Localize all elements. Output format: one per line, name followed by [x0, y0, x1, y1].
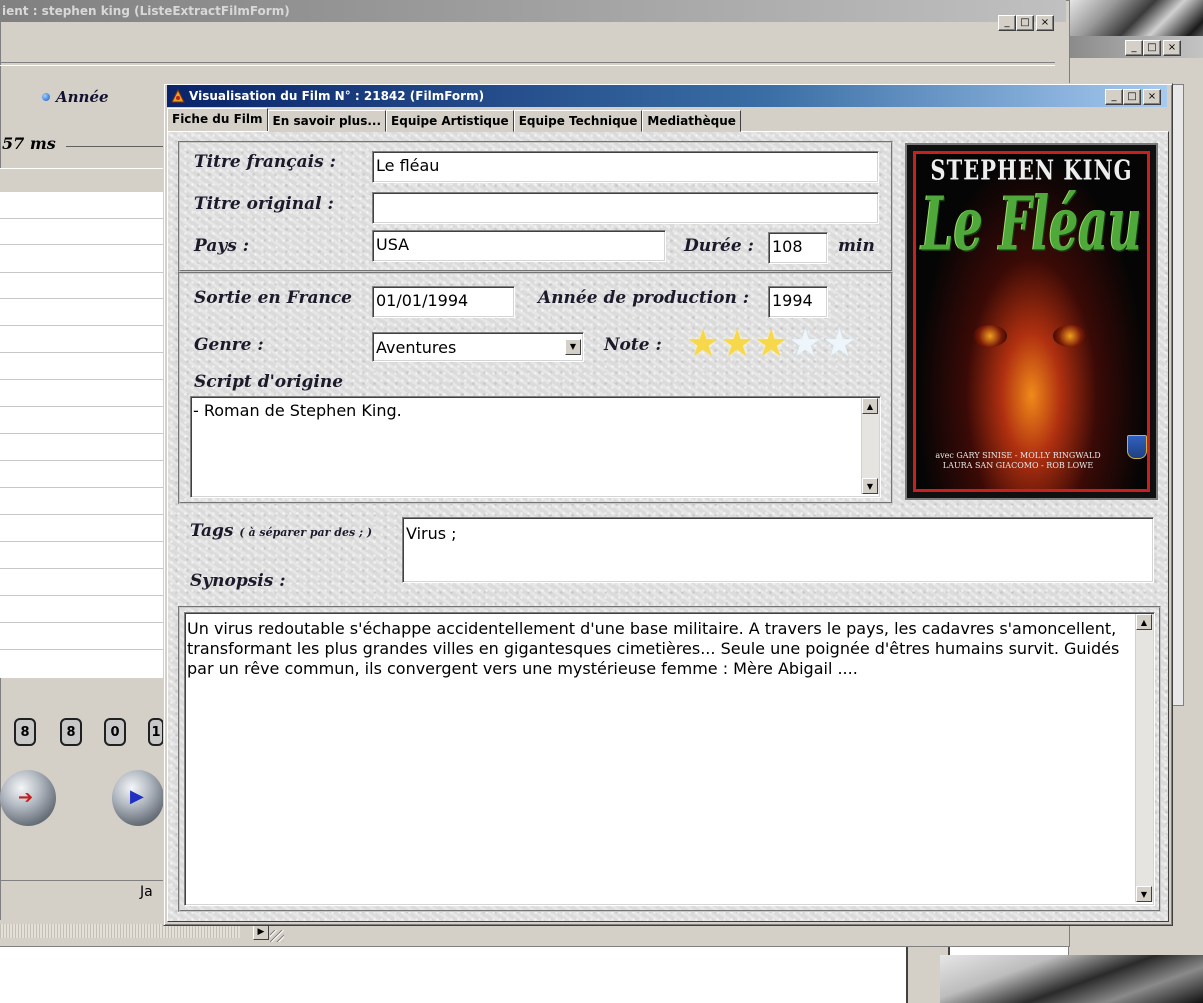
titre-francais-input[interactable]: Le fléau: [372, 151, 879, 183]
tags-input[interactable]: Virus ;: [402, 517, 1154, 583]
minimize-icon[interactable]: _: [1125, 40, 1143, 56]
app-icon: [171, 89, 185, 103]
results-list[interactable]: [0, 192, 164, 678]
scroll-up-icon[interactable]: ▲: [862, 398, 878, 414]
resize-grip-icon[interactable]: [270, 930, 284, 942]
annee-production-label: Année de production :: [538, 288, 750, 308]
dropdown-arrow-icon[interactable]: ▼: [565, 339, 581, 355]
background-window-title: ient : stephen king (ListeExtractFilmFor…: [2, 4, 290, 18]
sortie-input[interactable]: 01/01/1994: [372, 286, 515, 318]
tab-strip: Fiche du Film En savoir plus... Equipe A…: [167, 108, 741, 132]
poster-eye-right: [1053, 325, 1087, 347]
pays-label: Pays :: [194, 236, 249, 256]
nav-button-3[interactable]: 0: [104, 718, 126, 746]
scroll-down-icon[interactable]: ▼: [1136, 886, 1152, 902]
synopsis-scrollbar[interactable]: ▲ ▼: [1135, 614, 1153, 902]
poster-image: STEPHEN KING Le Fléau avec GARY SINISE -…: [905, 143, 1158, 500]
duree-input[interactable]: 108: [768, 232, 828, 264]
poster-cast-line1: avec GARY SINISE - MOLLY RINGWALD: [935, 451, 1101, 460]
minimize-icon[interactable]: _: [998, 15, 1016, 31]
tab-fiche-du-film[interactable]: Fiche du Film: [167, 108, 268, 131]
radio-dot-icon[interactable]: [42, 93, 50, 101]
genre-select[interactable]: Aventures ▼: [372, 332, 584, 362]
horizontal-scrollbar-track[interactable]: [0, 924, 240, 938]
footer-date-text: Ja: [140, 884, 153, 900]
list-header: [0, 168, 164, 194]
background-list-window-controls: _ □ ×: [998, 15, 1054, 31]
arrow-right-icon: ➔: [18, 787, 34, 808]
tab-equipe-artistique[interactable]: Equipe Artistique: [386, 110, 514, 132]
note-label: Note :: [604, 335, 662, 355]
poster-cast-line2: LAURA SAN GIACOMO - ROB LOWE: [942, 461, 1094, 470]
tab-equipe-technique[interactable]: Equipe Technique: [513, 110, 643, 132]
previous-sphere-button[interactable]: ➔: [0, 770, 56, 826]
synopsis-textarea[interactable]: Un virus redoutable s'échappe accidentel…: [184, 612, 1155, 906]
tab-mediatheque[interactable]: Mediathèque: [642, 110, 741, 132]
star-empty-icon[interactable]: ★: [822, 324, 856, 364]
background-photo-bottom: [940, 955, 1203, 1003]
film-window-controls: _ □ ×: [1105, 89, 1161, 105]
synopsis-label: Synopsis :: [190, 571, 286, 591]
background-divider: [0, 62, 1055, 66]
rating-stars[interactable]: ★ ★ ★ ★ ★: [686, 324, 886, 364]
maximize-icon[interactable]: □: [1143, 40, 1161, 56]
script-textarea[interactable]: - Roman de Stephen King. ▲ ▼: [190, 396, 881, 498]
poster-title: Le Fléau: [921, 180, 1142, 268]
minimize-icon[interactable]: _: [1105, 89, 1123, 105]
sort-annee-label[interactable]: Année: [56, 88, 109, 106]
next-sphere-button[interactable]: ▶: [112, 770, 164, 826]
nav-button-4[interactable]: 1: [148, 718, 164, 746]
background-list-window-titlebar: ient : stephen king (ListeExtractFilmFor…: [0, 0, 1066, 22]
maximize-icon[interactable]: □: [1016, 15, 1034, 31]
sortie-label: Sortie en France: [194, 288, 352, 308]
star-empty-icon[interactable]: ★: [788, 324, 822, 364]
close-icon[interactable]: ×: [1143, 89, 1161, 105]
duree-unit-label: min: [838, 236, 875, 256]
script-text: - Roman de Stephen King.: [193, 401, 402, 420]
scroll-down-icon[interactable]: ▼: [862, 478, 878, 494]
film-window-title: Visualisation du Film N° : 21842 (FilmFo…: [189, 89, 485, 103]
tags-label-text: Tags: [190, 521, 234, 541]
timing-label: 57 ms: [2, 134, 56, 153]
background-window-right-controls: _ □ ×: [1125, 40, 1181, 56]
nav-button-1[interactable]: 8: [14, 718, 36, 746]
annee-production-input[interactable]: 1994: [768, 286, 828, 318]
titre-francais-label: Titre français :: [194, 152, 336, 172]
genre-selected-value: Aventures: [376, 338, 457, 357]
close-icon[interactable]: ×: [1163, 40, 1181, 56]
genre-label: Genre :: [194, 335, 264, 355]
titre-original-input[interactable]: [372, 192, 879, 224]
poster-eye-left: [973, 325, 1007, 347]
titre-original-label: Titre original :: [194, 194, 334, 214]
wb-shield-icon: [1127, 435, 1147, 459]
scroll-up-icon[interactable]: ▲: [1136, 614, 1152, 630]
synopsis-text: Un virus redoutable s'échappe accidentel…: [187, 619, 1120, 678]
star-filled-icon[interactable]: ★: [754, 324, 788, 364]
tab-en-savoir-plus[interactable]: En savoir plus...: [267, 110, 387, 132]
star-filled-icon[interactable]: ★: [686, 324, 720, 364]
film-window-titlebar[interactable]: Visualisation du Film N° : 21842 (FilmFo…: [167, 85, 1167, 107]
play-arrow-icon: ▶: [130, 786, 144, 807]
pays-input[interactable]: USA: [372, 230, 666, 262]
close-icon[interactable]: ×: [1036, 15, 1054, 31]
script-scrollbar[interactable]: ▲ ▼: [861, 398, 879, 494]
nav-button-2[interactable]: 8: [60, 718, 82, 746]
star-filled-icon[interactable]: ★: [720, 324, 754, 364]
scroll-right-icon[interactable]: ▶: [253, 924, 269, 940]
duree-label: Durée :: [684, 236, 754, 256]
maximize-icon[interactable]: □: [1123, 89, 1141, 105]
poster-cast: avec GARY SINISE - MOLLY RINGWALD LAURA …: [907, 451, 1129, 471]
tags-label: Tags ( à séparer par des ; ): [190, 521, 372, 541]
tags-hint: ( à séparer par des ; ): [239, 526, 373, 539]
timing-divider: [66, 146, 164, 147]
script-label: Script d'origine: [194, 372, 344, 392]
